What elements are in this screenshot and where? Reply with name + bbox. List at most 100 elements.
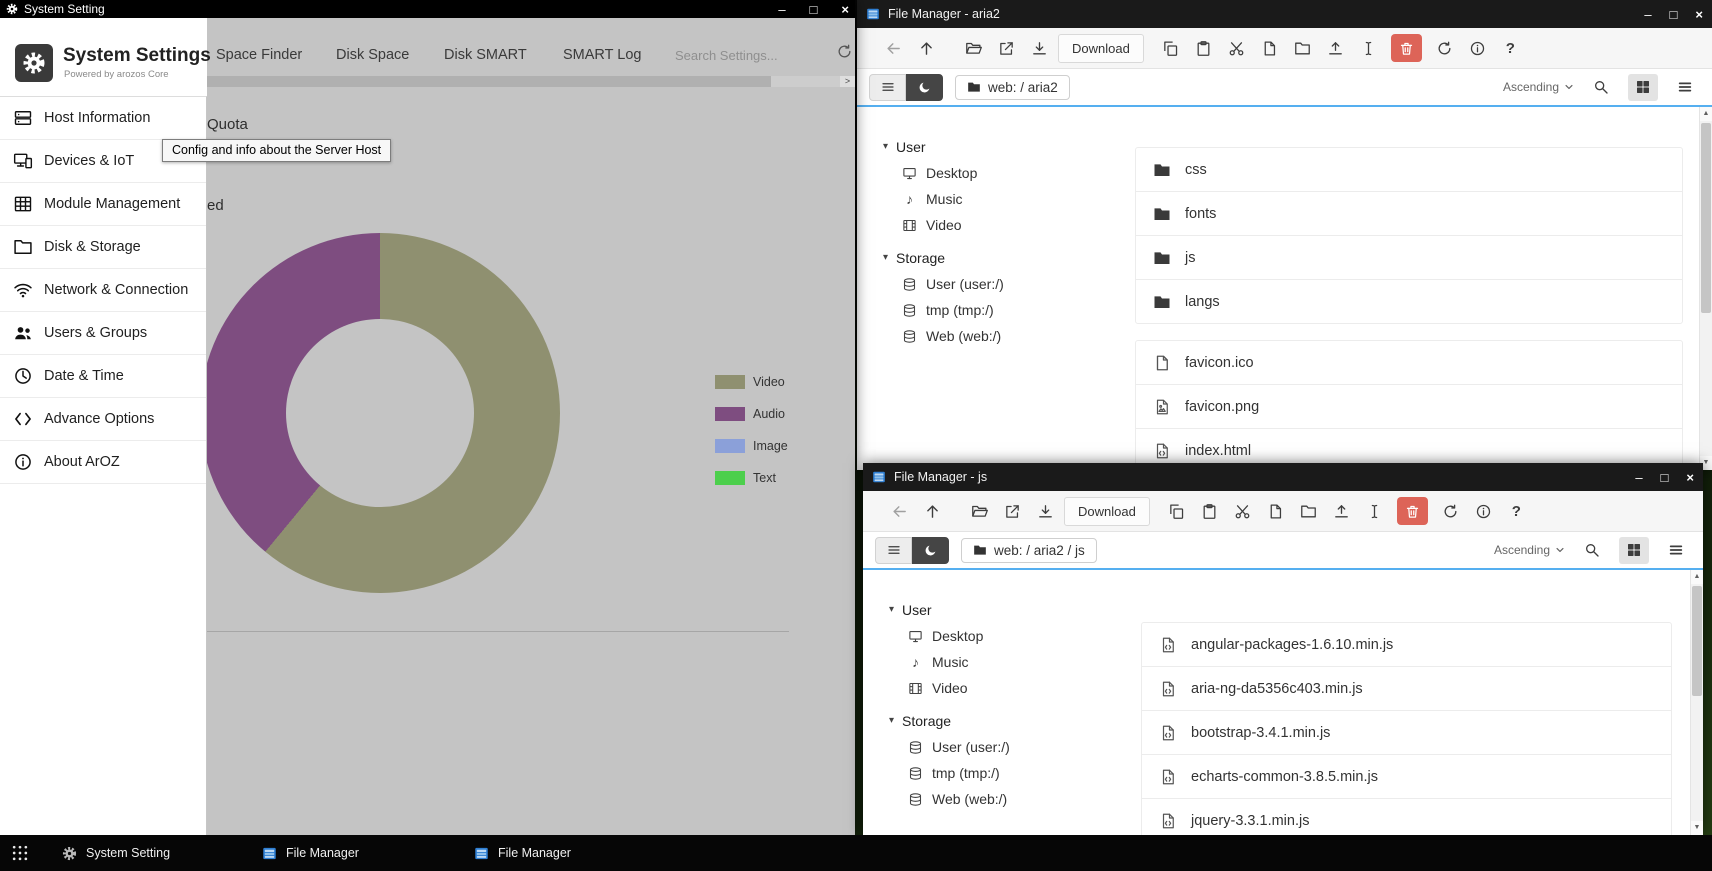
- titlebar[interactable]: File Manager - aria2 – □ ×: [857, 0, 1712, 28]
- grid-view-button[interactable]: [1619, 537, 1649, 564]
- open-external-button[interactable]: [996, 493, 1029, 529]
- up-button[interactable]: [916, 493, 949, 529]
- sidebar-item-about-aroz[interactable]: About ArOZ: [0, 441, 206, 484]
- vertical-scrollbar[interactable]: ▲ ▼: [1699, 107, 1712, 470]
- folder-row[interactable]: css: [1135, 147, 1683, 192]
- menu-button[interactable]: [875, 537, 912, 564]
- folder-row[interactable]: langs: [1135, 279, 1683, 324]
- menu-button[interactable]: [869, 74, 906, 101]
- download-button[interactable]: Download: [1064, 497, 1150, 526]
- cut-button[interactable]: [1220, 30, 1253, 66]
- tab-disk-smart[interactable]: Disk SMART: [444, 45, 527, 65]
- tree-item-desktop[interactable]: Desktop: [889, 623, 1141, 649]
- help-button[interactable]: ?: [1500, 493, 1533, 529]
- grid-view-button[interactable]: [1628, 74, 1658, 101]
- sidebar-item-module-management[interactable]: Module Management: [0, 183, 206, 226]
- tab-smart-log[interactable]: SMART Log: [563, 45, 641, 65]
- tab-space-finder[interactable]: Space Finder: [216, 45, 302, 65]
- rename-button[interactable]: [1352, 30, 1385, 66]
- tree-group-storage[interactable]: ▾Storage: [889, 707, 1141, 734]
- delete-button[interactable]: [1391, 34, 1422, 62]
- close-button[interactable]: ×: [1686, 471, 1694, 484]
- new-file-button[interactable]: [1259, 493, 1292, 529]
- file-row[interactable]: jquery-3.3.1.min.js: [1141, 798, 1672, 835]
- settings-search-input[interactable]: [675, 45, 835, 65]
- paste-button[interactable]: [1193, 493, 1226, 529]
- taskbar-item-system-setting[interactable]: System Setting: [62, 835, 170, 871]
- search-button[interactable]: [1577, 537, 1607, 564]
- app-launcher-icon[interactable]: [10, 843, 30, 863]
- sidebar-item-network-connection[interactable]: Network & Connection: [0, 269, 206, 312]
- tree-item-web-drive[interactable]: Web (web:/): [883, 323, 1135, 349]
- download-button[interactable]: Download: [1058, 34, 1144, 63]
- open-external-button[interactable]: [990, 30, 1023, 66]
- open-folder-button[interactable]: [963, 493, 996, 529]
- tree-item-music[interactable]: ♪Music: [883, 186, 1135, 212]
- refresh-icon[interactable]: [836, 43, 853, 60]
- tree-item-video[interactable]: Video: [883, 212, 1135, 238]
- list-view-button[interactable]: [1670, 74, 1700, 101]
- tree-item-web-drive[interactable]: Web (web:/): [889, 786, 1141, 812]
- sidebar-item-host-information[interactable]: Host Information: [0, 97, 206, 140]
- file-row[interactable]: bootstrap-3.4.1.min.js: [1141, 710, 1672, 755]
- sort-dropdown[interactable]: Ascending: [1494, 543, 1565, 557]
- new-file-button[interactable]: [1253, 30, 1286, 66]
- info-button[interactable]: [1467, 493, 1500, 529]
- tree-item-tmp-drive[interactable]: tmp (tmp:/): [889, 760, 1141, 786]
- tree-item-desktop[interactable]: Desktop: [883, 160, 1135, 186]
- dark-mode-button[interactable]: [906, 74, 943, 101]
- tree-group-user[interactable]: ▾User: [889, 596, 1141, 623]
- new-folder-button[interactable]: [1292, 493, 1325, 529]
- scroll-down-button[interactable]: ▼: [1691, 821, 1703, 835]
- list-view-button[interactable]: [1661, 537, 1691, 564]
- dark-mode-button[interactable]: [912, 537, 949, 564]
- cut-button[interactable]: [1226, 493, 1259, 529]
- breadcrumb[interactable]: web: / aria2: [955, 75, 1070, 100]
- back-button[interactable]: [877, 30, 910, 66]
- sidebar-item-disk-storage[interactable]: Disk & Storage: [0, 226, 206, 269]
- sidebar-item-users-groups[interactable]: Users & Groups: [0, 312, 206, 355]
- tree-item-user-drive[interactable]: User (user:/): [883, 271, 1135, 297]
- minimize-button[interactable]: –: [1635, 471, 1642, 484]
- scroll-right-button[interactable]: >: [840, 76, 855, 87]
- titlebar[interactable]: System Setting – □ ×: [0, 0, 855, 18]
- minimize-button[interactable]: –: [778, 3, 785, 16]
- sidebar-item-date-time[interactable]: Date & Time: [0, 355, 206, 398]
- help-button[interactable]: ?: [1494, 30, 1527, 66]
- info-button[interactable]: [1461, 30, 1494, 66]
- copy-button[interactable]: [1160, 493, 1193, 529]
- upload-button[interactable]: [1325, 493, 1358, 529]
- taskbar-item-file-manager-1[interactable]: File Manager: [262, 835, 359, 871]
- sidebar-item-advance-options[interactable]: Advance Options: [0, 398, 206, 441]
- scroll-up-button[interactable]: ▲: [1700, 107, 1712, 121]
- tree-item-user-drive[interactable]: User (user:/): [889, 734, 1141, 760]
- rename-button[interactable]: [1358, 493, 1391, 529]
- tree-item-tmp-drive[interactable]: tmp (tmp:/): [883, 297, 1135, 323]
- titlebar[interactable]: File Manager - js – □ ×: [863, 463, 1703, 491]
- download-icon-button[interactable]: [1029, 493, 1062, 529]
- scrollbar-thumb[interactable]: [1692, 586, 1702, 696]
- taskbar-item-file-manager-2[interactable]: File Manager: [474, 835, 571, 871]
- vertical-scrollbar[interactable]: ▲ ▼: [1690, 570, 1703, 835]
- scrollbar-thumb[interactable]: [207, 76, 771, 87]
- tab-disk-space[interactable]: Disk Space: [336, 45, 409, 65]
- maximize-button[interactable]: □: [1661, 471, 1669, 484]
- tree-group-storage[interactable]: ▾Storage: [883, 244, 1135, 271]
- copy-button[interactable]: [1154, 30, 1187, 66]
- back-button[interactable]: [883, 493, 916, 529]
- scroll-up-button[interactable]: ▲: [1691, 570, 1703, 584]
- refresh-button[interactable]: [1434, 493, 1467, 529]
- file-row[interactable]: aria-ng-da5356c403.min.js: [1141, 666, 1672, 711]
- maximize-button[interactable]: □: [810, 3, 818, 16]
- tree-item-video[interactable]: Video: [889, 675, 1141, 701]
- scrollbar-thumb[interactable]: [1701, 123, 1711, 313]
- folder-row[interactable]: js: [1135, 235, 1683, 280]
- refresh-button[interactable]: [1428, 30, 1461, 66]
- breadcrumb[interactable]: web: / aria2 / js: [961, 538, 1097, 563]
- horizontal-scrollbar[interactable]: >: [207, 76, 855, 87]
- delete-button[interactable]: [1397, 497, 1428, 525]
- close-button[interactable]: ×: [1695, 8, 1703, 21]
- close-button[interactable]: ×: [841, 3, 849, 16]
- file-row[interactable]: echarts-common-3.8.5.min.js: [1141, 754, 1672, 799]
- folder-row[interactable]: fonts: [1135, 191, 1683, 236]
